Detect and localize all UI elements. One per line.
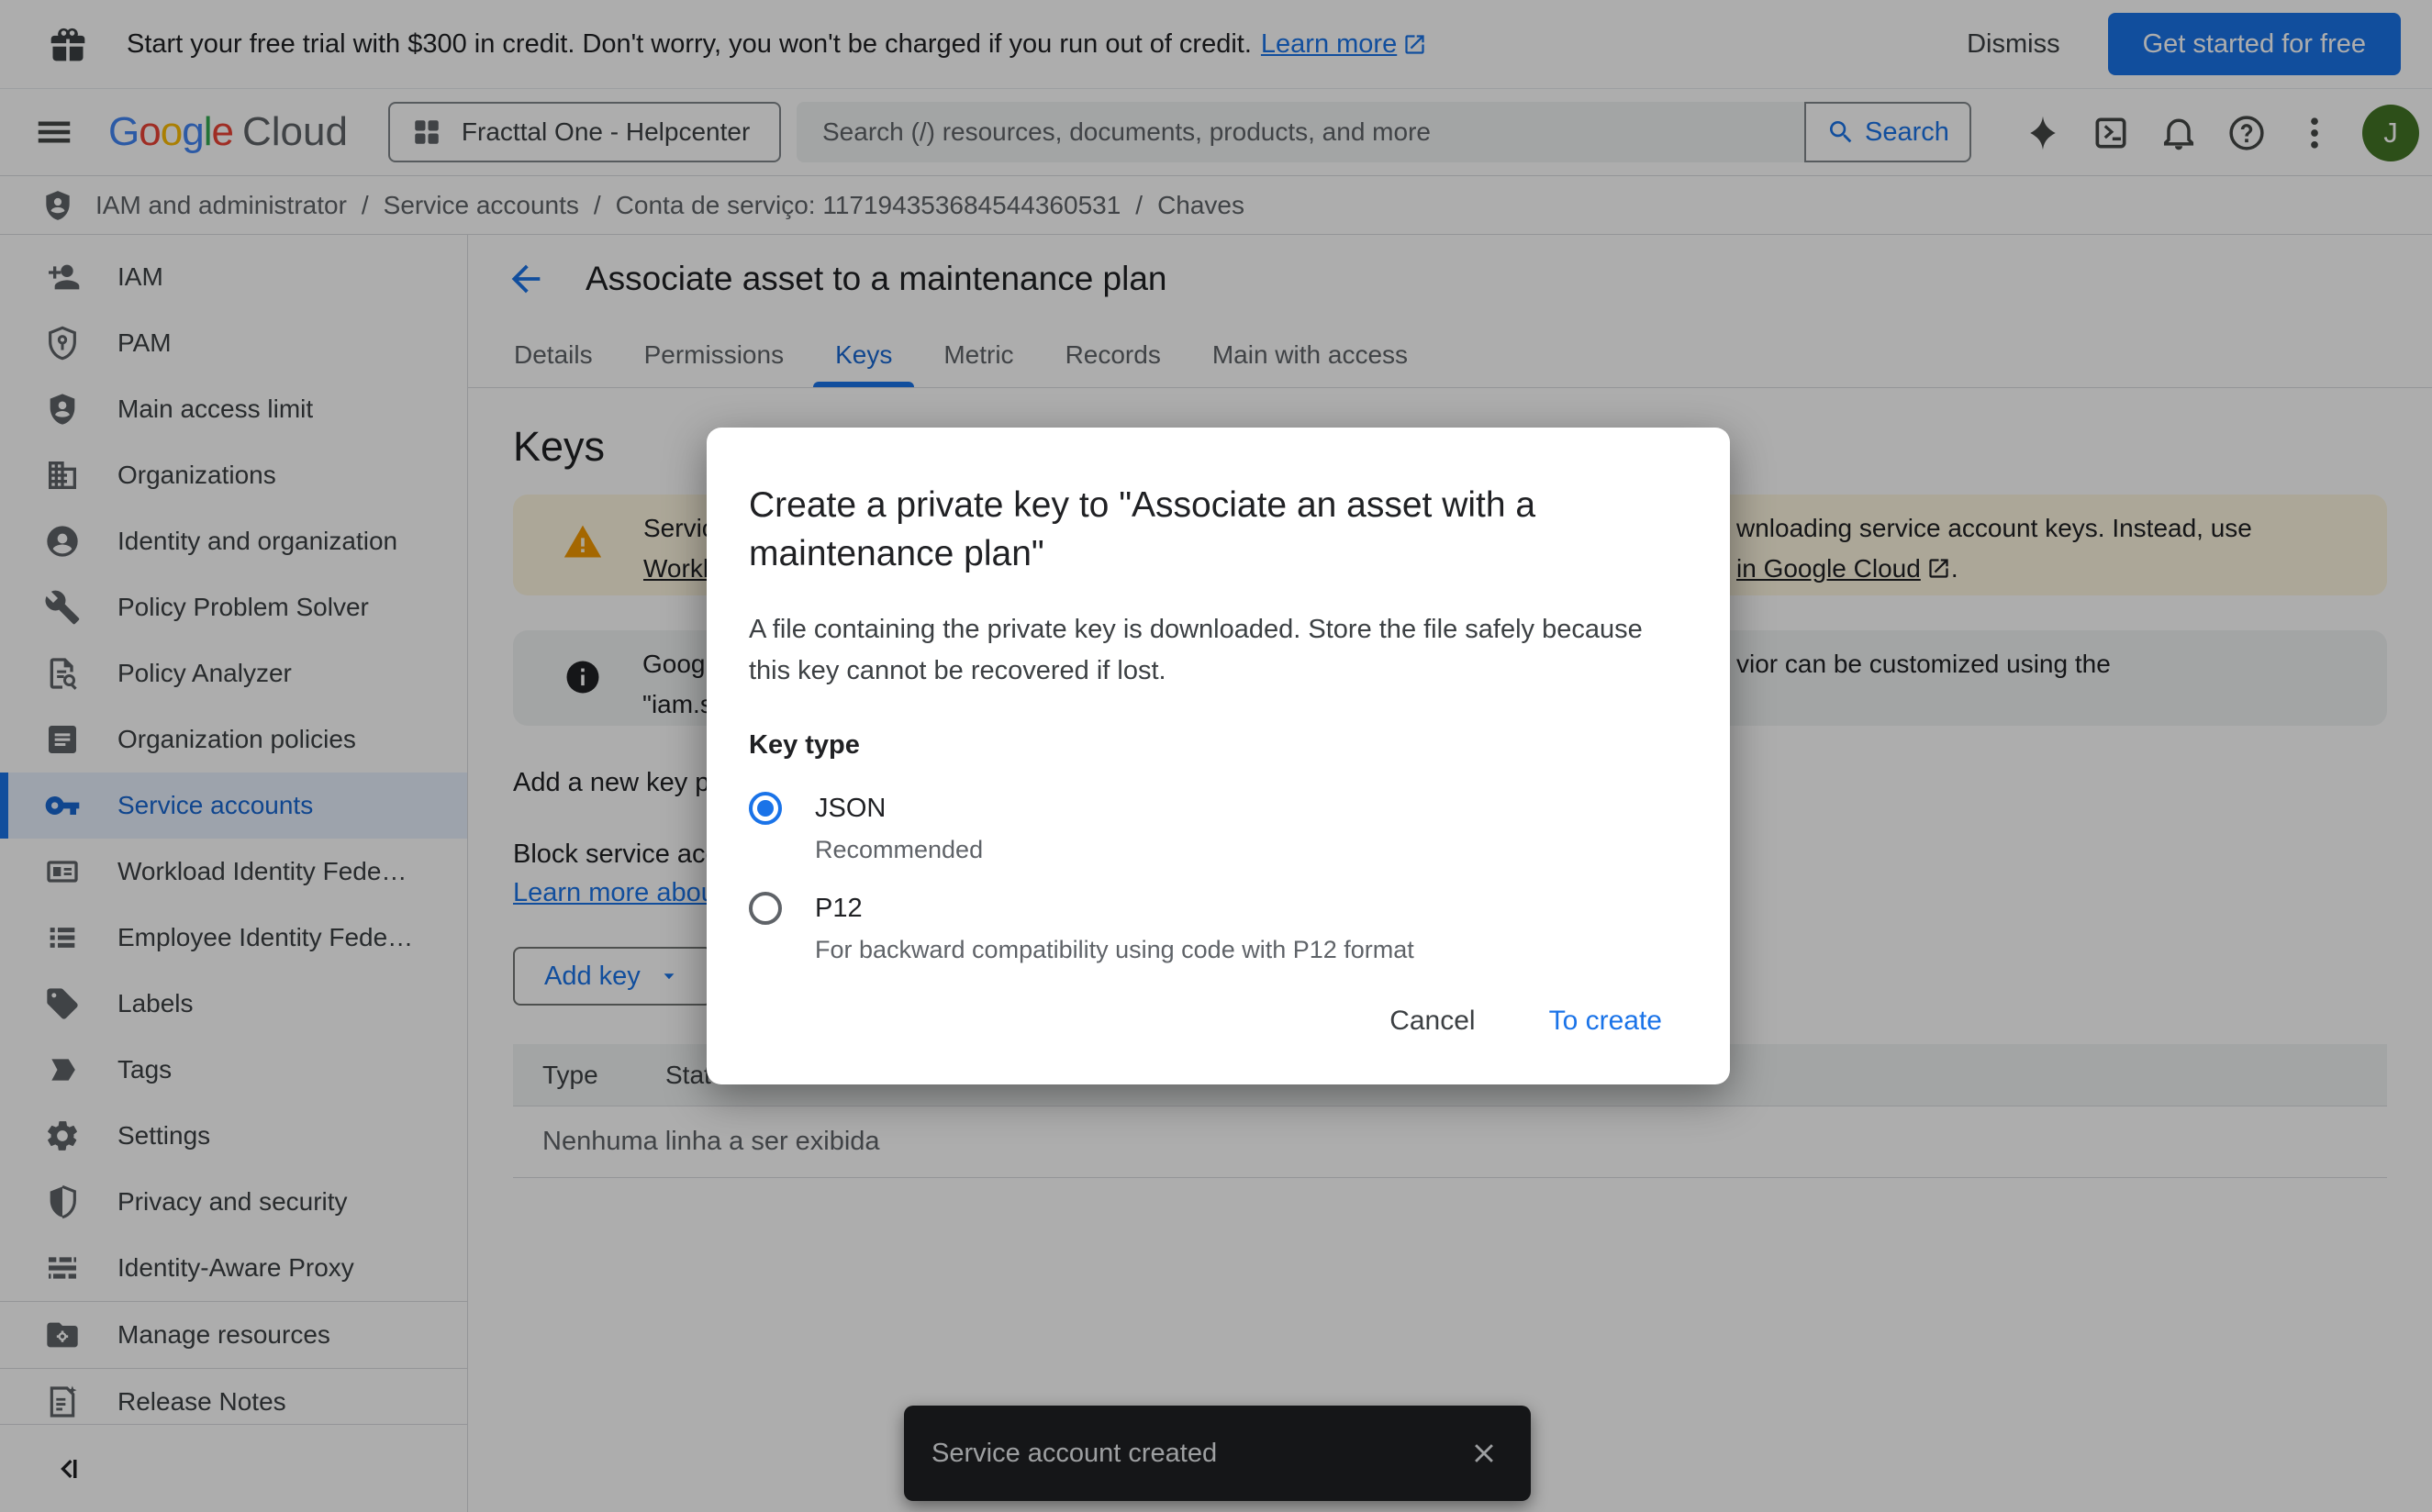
radio-button-unselected[interactable]	[749, 892, 782, 925]
radio-option-p12[interactable]: P12	[749, 892, 1688, 925]
radio-description: Recommended	[815, 836, 1688, 864]
radio-label: JSON	[815, 794, 886, 824]
create-button[interactable]: To create	[1522, 993, 1690, 1050]
gcp-console-page: Start your free trial with $300 in credi…	[0, 0, 2432, 1512]
radio-label: P12	[815, 894, 863, 924]
key-type-label: Key type	[749, 730, 1688, 761]
radio-description: For backward compatibility using code wi…	[815, 936, 1688, 964]
cancel-button[interactable]: Cancel	[1362, 993, 1502, 1050]
radio-button-selected[interactable]	[749, 792, 782, 825]
dialog-title: Create a private key to "Associate an as…	[749, 481, 1688, 578]
dialog-body: A file containing the private key is dow…	[749, 609, 1657, 692]
radio-option-json[interactable]: JSON	[749, 792, 1688, 825]
create-private-key-dialog: Create a private key to "Associate an as…	[707, 428, 1730, 1084]
dialog-actions: Cancel To create	[1362, 993, 1690, 1050]
